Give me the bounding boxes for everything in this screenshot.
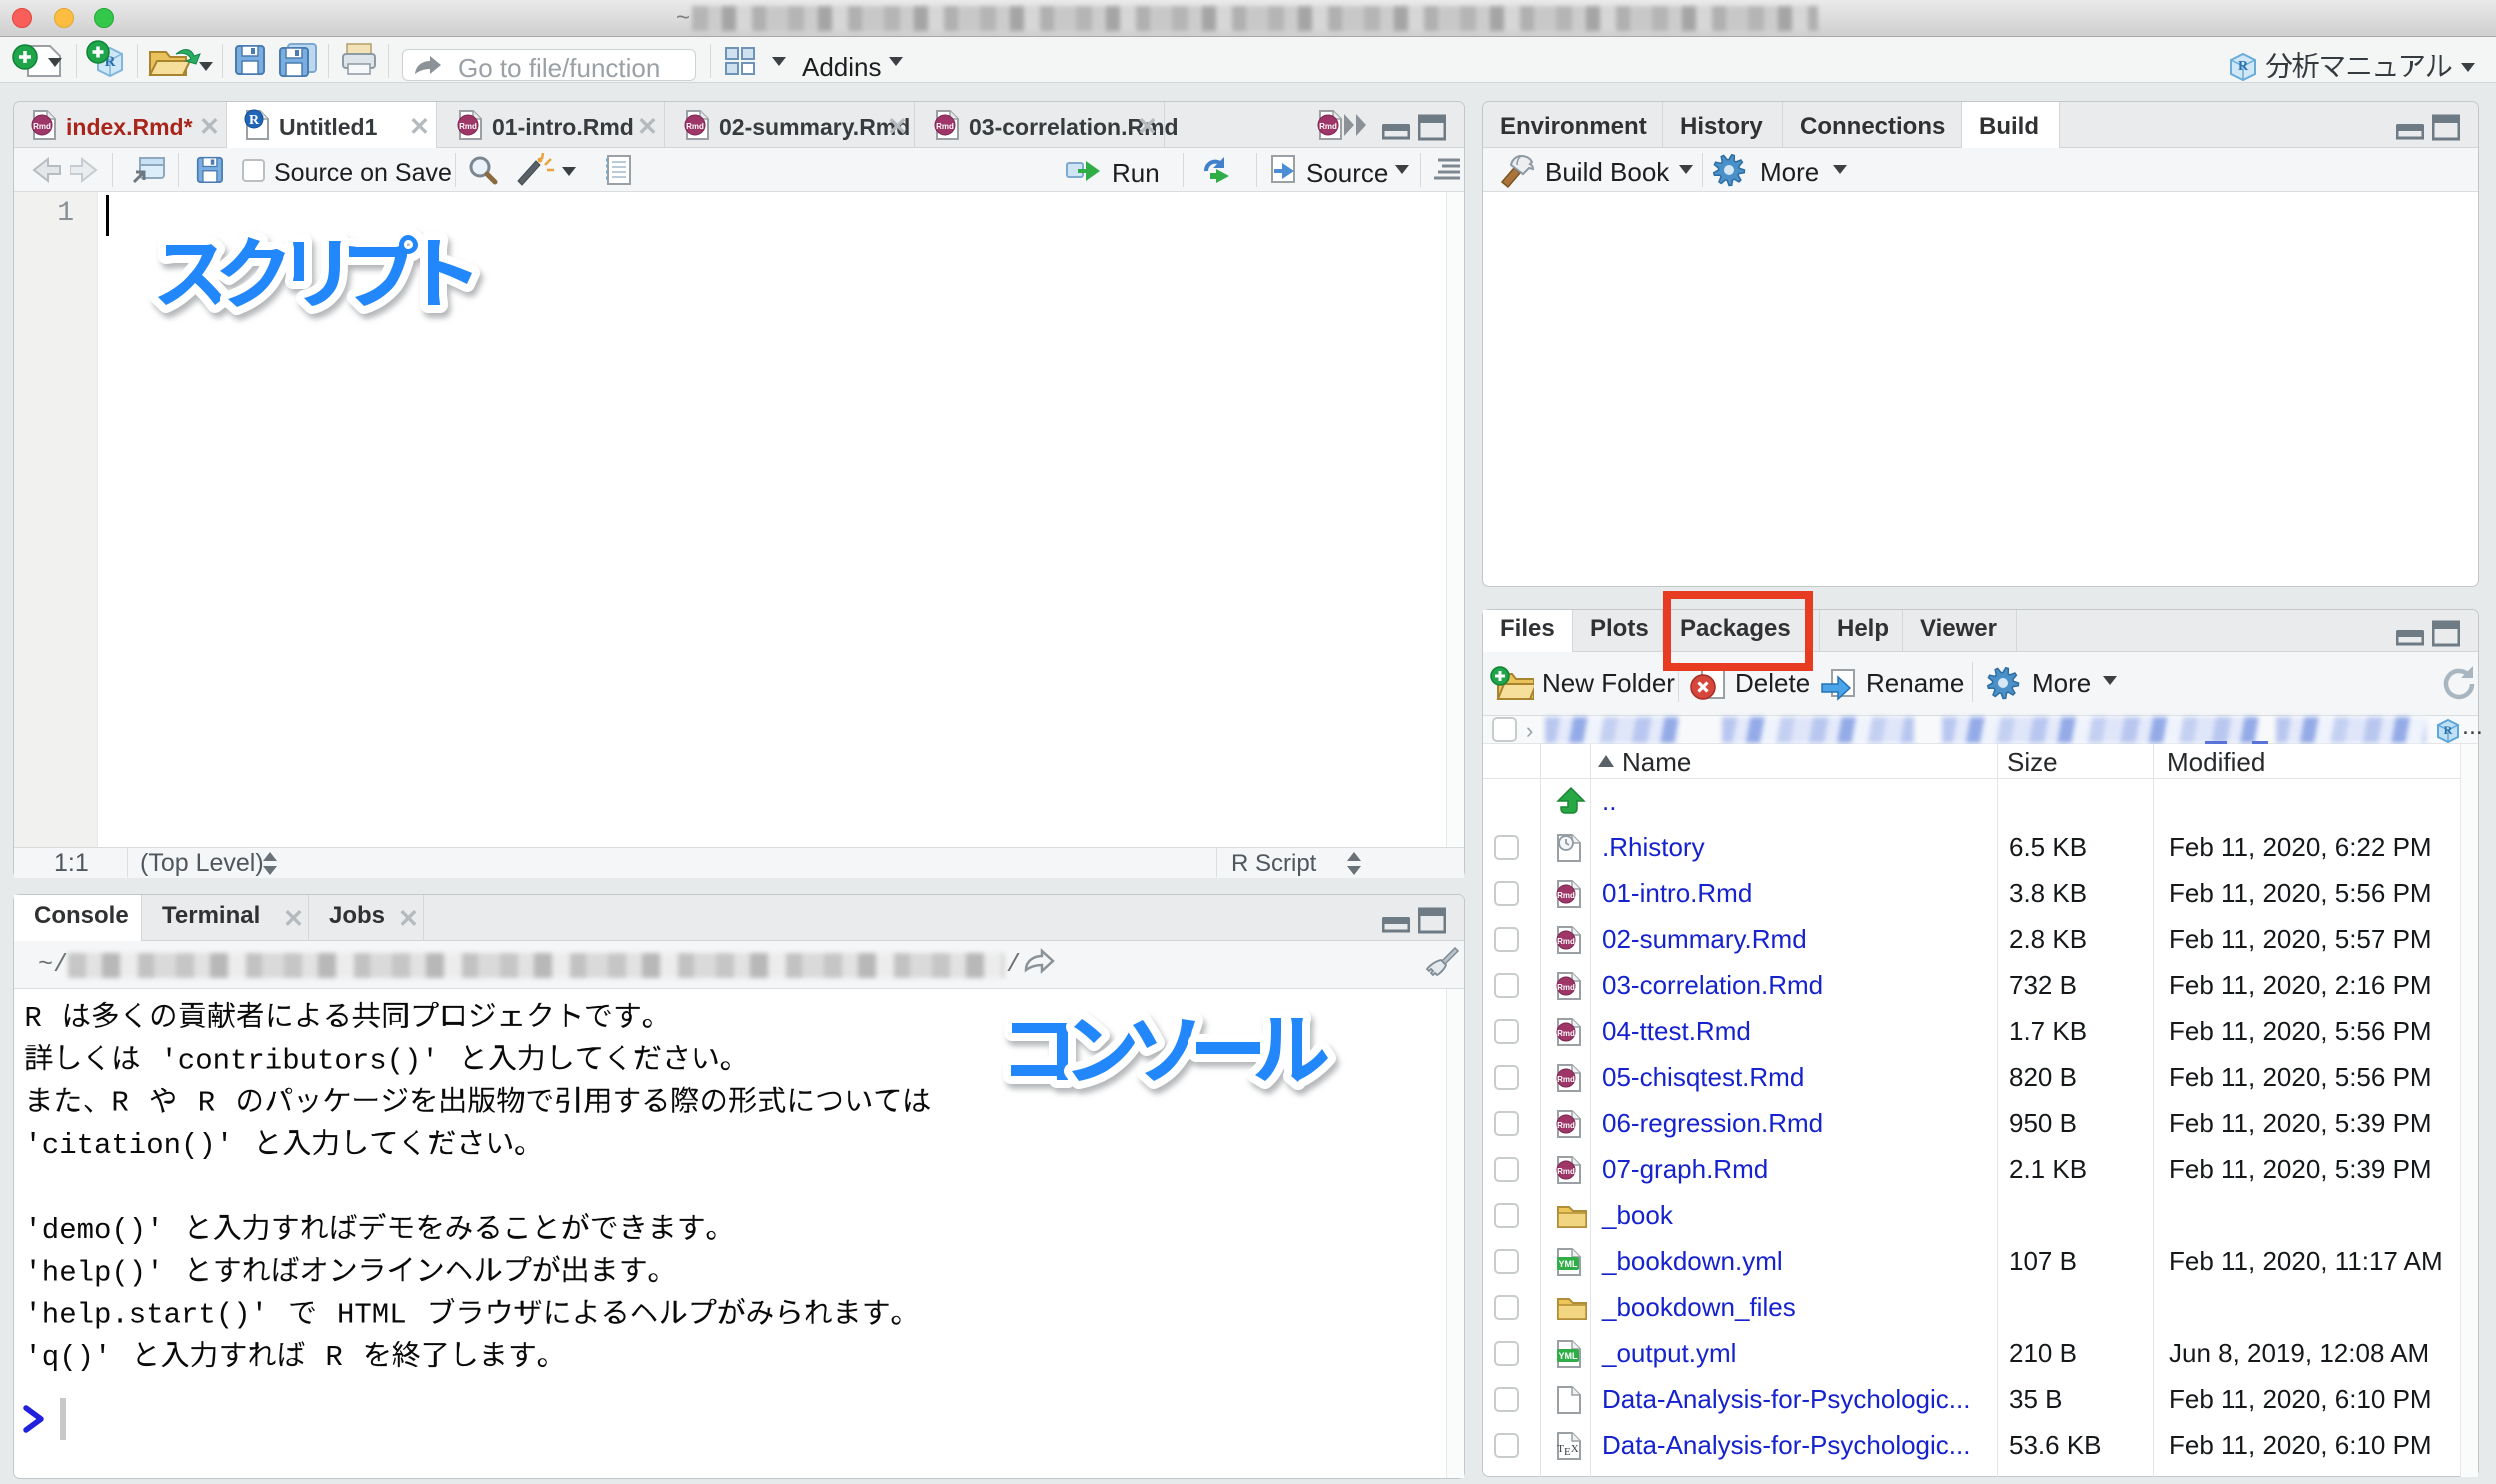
svg-text:R: R bbox=[249, 113, 260, 128]
svg-text:Rmd: Rmd bbox=[33, 122, 51, 131]
svg-text:Rmd: Rmd bbox=[686, 122, 704, 131]
svg-text:R: R bbox=[2238, 59, 2249, 74]
svg-text:Rmd: Rmd bbox=[1557, 1167, 1575, 1176]
svg-text:Rmd: Rmd bbox=[1557, 983, 1575, 992]
svg-text:Rmd: Rmd bbox=[1557, 1075, 1575, 1084]
svg-text:Rmd: Rmd bbox=[1557, 937, 1575, 946]
svg-text:YML: YML bbox=[1559, 1351, 1579, 1361]
svg-text:Rmd: Rmd bbox=[1557, 1121, 1575, 1130]
svg-text:Rmd: Rmd bbox=[459, 122, 477, 131]
svg-text:R: R bbox=[2444, 723, 2453, 737]
svg-text:Rmd: Rmd bbox=[1557, 1029, 1575, 1038]
svg-text:Rmd: Rmd bbox=[1557, 891, 1575, 900]
svg-text:Rmd: Rmd bbox=[936, 122, 954, 131]
svg-text:Rmd: Rmd bbox=[1319, 122, 1337, 131]
svg-text:YML: YML bbox=[1559, 1259, 1579, 1269]
